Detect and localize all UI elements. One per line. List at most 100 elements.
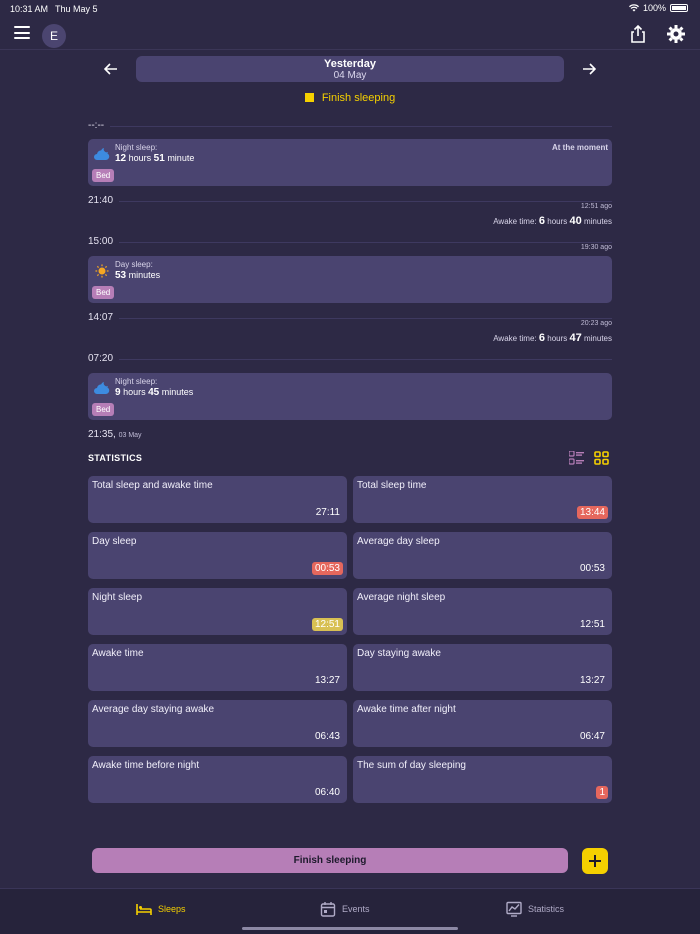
stat-card-value: 12:51 [311, 618, 343, 631]
sleep-entry-card[interactable]: Day sleep: 53 minutes Bed [88, 256, 612, 303]
finish-indicator-label: Finish sleeping [321, 92, 396, 104]
sleep-duration: 9 hours 45 minutes [115, 387, 194, 398]
hamburger-menu-icon[interactable] [14, 26, 30, 39]
timeline-time-row: 07:20 [88, 353, 612, 367]
timeline-time-row: 21:40 12:51 ago [88, 195, 612, 210]
stat-card-title: Awake time after night [357, 704, 456, 715]
time-ago: 19:30 ago [580, 244, 612, 251]
date-title: Yesterday [324, 58, 376, 70]
tab-statistics[interactable]: Statistics [506, 899, 564, 919]
bed-tag: Bed [92, 169, 115, 182]
stat-card-value: 00:53 [579, 563, 605, 574]
sleep-label: Night sleep: [115, 143, 158, 152]
status-time: 10:31 AM [10, 4, 49, 14]
timeline-time-row: 15:00 19:30 ago [88, 236, 612, 251]
stat-card-value: 00:53 [311, 562, 343, 575]
plus-icon [589, 855, 601, 867]
battery-percent: 100% [642, 3, 666, 13]
stat-card-value: 27:11 [315, 507, 340, 518]
previous-day-arrow-icon[interactable] [100, 58, 122, 80]
bed-tag: Bed [92, 403, 115, 416]
tab-label: Statistics [528, 904, 565, 914]
stat-card-title: Day staying awake [357, 648, 441, 659]
stat-card-value: 12:51 [579, 619, 605, 630]
stat-card[interactable]: Total sleep and awake time 27:11 [88, 476, 347, 523]
stat-card-value: 1 [596, 786, 608, 799]
stat-card[interactable]: Awake time after night 06:47 [353, 700, 612, 747]
stat-card-title: Day sleep [92, 536, 137, 547]
stat-card-title: The sum of day sleeping [357, 760, 466, 771]
top-bar: E [0, 20, 700, 50]
stat-card-value: 06:47 [579, 731, 605, 742]
awake-time-summary: Awake time: 6 hours 47 minutes [493, 332, 612, 344]
finish-sleeping-indicator[interactable]: Finish sleeping [0, 92, 700, 104]
stat-card[interactable]: Average day sleep 00:53 [353, 532, 612, 579]
stat-card[interactable]: Average day staying awake 06:43 [88, 700, 347, 747]
timeline-time: 15:00 [88, 236, 120, 247]
wifi-icon [628, 4, 639, 12]
timeline-time: 07:20 [88, 353, 120, 364]
calendar-icon [320, 902, 336, 917]
timeline-time-row: --:-- [88, 120, 612, 134]
date-selector[interactable]: Yesterday 04 May [136, 56, 564, 82]
status-square-icon [304, 93, 314, 102]
bed-icon [136, 904, 152, 915]
timeline-time: 14:07 [88, 312, 120, 323]
status-bar: 10:31 AM Thu May 5 100% [0, 0, 700, 18]
next-day-arrow-icon[interactable] [578, 58, 600, 80]
finish-sleeping-button[interactable]: Finish sleeping [92, 848, 568, 873]
stat-card[interactable]: Awake time before night 06:40 [88, 756, 347, 803]
night-sleep-icon [94, 148, 110, 160]
stat-card[interactable]: Night sleep 12:51 [88, 588, 347, 635]
tab-label: Events [342, 904, 370, 914]
home-indicator [242, 927, 458, 930]
stat-card[interactable]: Day staying awake 13:27 [353, 644, 612, 691]
date-navigation: Yesterday 04 May [98, 56, 602, 82]
stat-card-title: Average day staying awake [92, 704, 215, 715]
time-ago: 20:23 ago [580, 320, 612, 327]
stat-card[interactable]: The sum of day sleeping 1 [353, 756, 612, 803]
list-view-icon[interactable] [569, 451, 584, 465]
stat-card-title: Awake time [92, 648, 144, 659]
grid-view-icon[interactable] [594, 451, 609, 465]
at-the-moment-label: At the moment [552, 143, 608, 152]
sleep-entry-card[interactable]: Night sleep: 12 hours 51 minute At the m… [88, 139, 612, 186]
stat-card-title: Total sleep time [357, 480, 427, 491]
stat-card[interactable]: Day sleep 00:53 [88, 532, 347, 579]
status-date: Thu May 5 [55, 4, 98, 14]
stat-card[interactable]: Awake time 13:27 [88, 644, 347, 691]
stat-card[interactable]: Average night sleep 12:51 [353, 588, 612, 635]
timeline-time: 21:35, 03 May [88, 429, 148, 440]
chart-icon [506, 901, 522, 917]
stat-card-title: Night sleep [92, 592, 143, 603]
timeline-time-row: 14:07 20:23 ago [88, 312, 612, 327]
sleep-entry-card[interactable]: Night sleep: 9 hours 45 minutes Bed [88, 373, 612, 420]
sleep-duration: 53 minutes [115, 270, 161, 281]
stat-card[interactable]: Total sleep time 13:44 [353, 476, 612, 523]
avatar[interactable]: E [42, 24, 66, 48]
stat-card-value: 13:27 [579, 675, 605, 686]
tab-label: Sleeps [158, 904, 186, 914]
stat-card-title: Average night sleep [357, 592, 446, 603]
awake-time-summary: Awake time: 6 hours 40 minutes [493, 215, 612, 227]
battery-icon [670, 4, 688, 12]
status-right: 100% [628, 3, 688, 13]
stat-card-value: 06:43 [314, 731, 340, 742]
timeline-time-row: 21:35, 03 May [88, 429, 612, 443]
timeline-time: --:-- [88, 120, 111, 131]
add-button[interactable] [582, 848, 608, 874]
gear-icon[interactable] [666, 24, 686, 44]
date-subtitle: 04 May [333, 70, 367, 81]
stat-card-title: Awake time before night [92, 760, 200, 771]
timeline-date: 03 May [118, 432, 142, 439]
tab-sleeps[interactable]: Sleeps [136, 899, 186, 919]
stat-card-title: Total sleep and awake time [92, 480, 213, 491]
stat-card-value: 06:40 [314, 787, 340, 798]
time-ago: 12:51 ago [580, 203, 612, 210]
stat-card-value: 13:44 [576, 506, 608, 519]
sleep-duration: 12 hours 51 minute [115, 153, 195, 164]
share-icon[interactable] [628, 24, 648, 44]
bed-tag: Bed [92, 286, 115, 299]
tab-events[interactable]: Events [320, 899, 370, 919]
tab-bar: Sleeps Events Statistics [0, 888, 700, 934]
